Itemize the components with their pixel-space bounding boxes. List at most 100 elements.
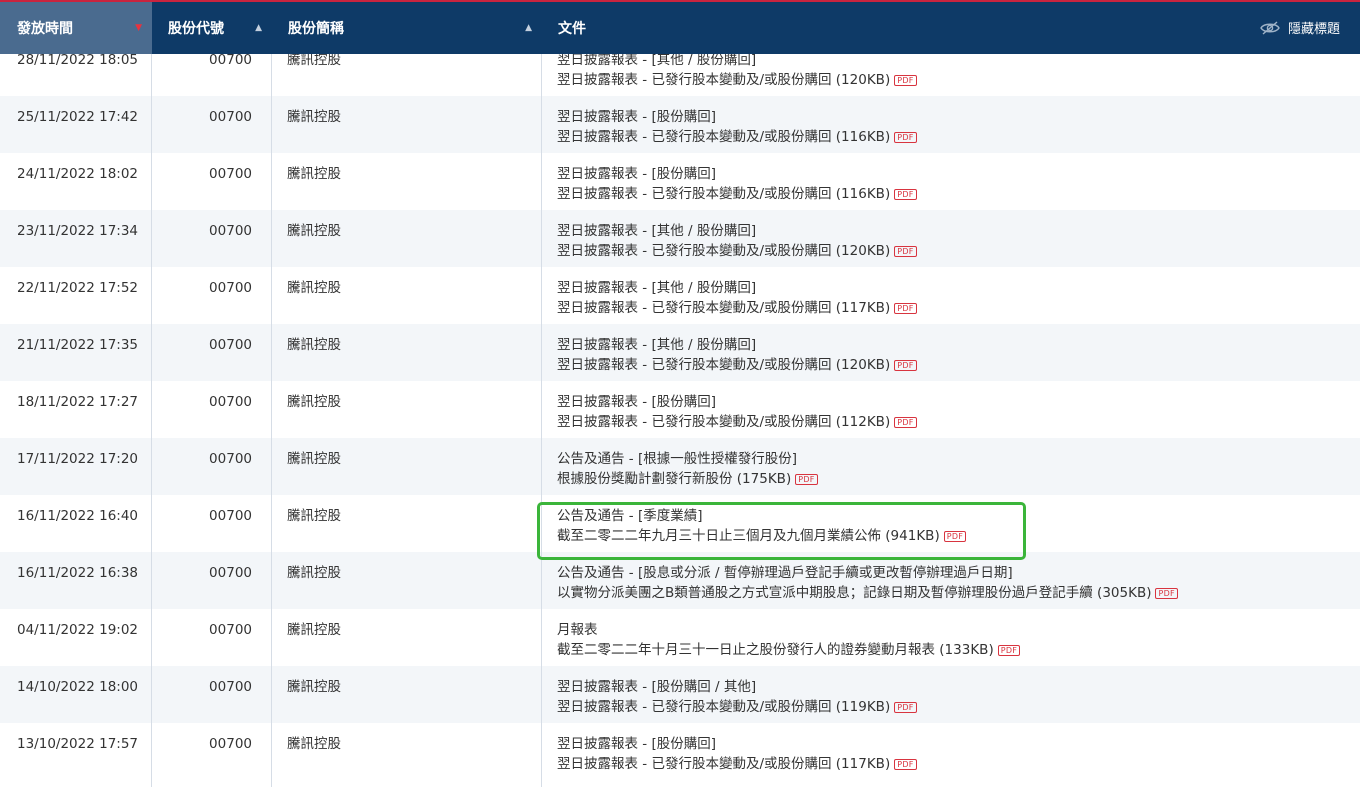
document-link[interactable]: 翌日披露報表 - 已發行股本變動及/或股份購回 (120KB) [557,72,890,88]
document-cell: 翌日披露報表 - [其他 / 股份購回] 翌日披露報表 - 已發行股本變動及/或股… [557,54,917,90]
release-time: 04/11/2022 19:02 [17,622,139,638]
stock-code: 00700 [209,679,252,695]
document-cell: 公告及通告 - [根據一般性授權發行股份] 根據股份獎勵計劃發行新股份 (175K… [557,449,818,489]
table-row: 17/11/2022 17:20 00700 騰訊控股 公告及通告 - [根據一般性授… [0,438,1360,495]
stock-code: 00700 [209,337,252,353]
table-row: 22/11/2022 17:52 00700 騰訊控股 翌日披露報表 - [其他 / … [0,267,1360,324]
stock-name: 騰訊控股 [287,280,341,296]
document-cell: 翌日披露報表 - [股份購回 / 其他] 翌日披露報表 - 已發行股本變動及/或股… [557,677,917,717]
release-time: 16/11/2022 16:40 [17,508,139,524]
document-headline: 翌日披露報表 - [股份購回] [557,394,716,410]
document-headline: 月報表 [557,622,598,638]
document-cell: 翌日披露報表 - [股份購回] 翌日披露報表 - 已發行股本變動及/或股份購回 (… [557,107,917,147]
stock-name: 騰訊控股 [287,223,341,239]
stock-name: 騰訊控股 [287,109,341,125]
hide-title-toggle[interactable]: 隱藏標題 [1260,18,1340,37]
stock-name: 騰訊控股 [287,394,341,410]
stock-code: 00700 [209,166,252,182]
announcements-table: 發放時間 ▼ 股份代號 ▲ 股份簡稱 ▲ 文件 隱藏標題 28/11/2022 … [0,0,1360,787]
pdf-icon[interactable]: PDF [894,702,917,713]
release-time: 22/11/2022 17:52 [17,280,139,296]
column-header-label: 股份代號 [168,21,224,37]
sort-desc-icon[interactable]: ▼ [135,23,142,33]
pdf-icon[interactable]: PDF [1155,588,1178,599]
stock-code: 00700 [209,451,252,467]
stock-code: 00700 [209,223,252,239]
document-link[interactable]: 翌日披露報表 - 已發行股本變動及/或股份購回 (117KB) [557,300,890,316]
stock-code: 00700 [209,565,252,581]
stock-code: 00700 [209,736,252,752]
column-divider [151,54,152,787]
document-link[interactable]: 翌日披露報表 - 已發行股本變動及/或股份購回 (117KB) [557,756,890,772]
document-headline: 翌日披露報表 - [股份購回] [557,109,716,125]
table-body: 28/11/2022 18:05 00700 騰訊控股 翌日披露報表 - [其他 / … [0,54,1360,787]
document-cell: 翌日披露報表 - [其他 / 股份購回] 翌日披露報表 - 已發行股本變動及/或股… [557,221,917,261]
document-link[interactable]: 翌日披露報表 - 已發行股本變動及/或股份購回 (116KB) [557,129,890,145]
column-header-release-time[interactable]: 發放時間 ▼ [0,2,152,54]
stock-code: 00700 [209,280,252,296]
highlight-box [537,502,1026,560]
document-link[interactable]: 翌日披露報表 - 已發行股本變動及/或股份購回 (120KB) [557,243,890,259]
release-time: 25/11/2022 17:42 [17,109,139,125]
column-header-stock-code[interactable]: 股份代號 ▲ [152,2,272,54]
document-link[interactable]: 根據股份獎勵計劃發行新股份 (175KB) [557,471,791,487]
release-time: 13/10/2022 17:57 [17,736,139,752]
stock-name: 騰訊控股 [287,622,341,638]
stock-name: 騰訊控股 [287,565,341,581]
release-time: 16/11/2022 16:38 [17,565,139,581]
pdf-icon[interactable]: PDF [894,246,917,257]
document-link[interactable]: 翌日披露報表 - 已發行股本變動及/或股份購回 (119KB) [557,699,890,715]
document-headline: 翌日披露報表 - [股份購回] [557,166,716,182]
table-row: 04/11/2022 19:02 00700 騰訊控股 月報表截至二零二二年十月三十一… [0,609,1360,666]
table-row: 25/11/2022 17:42 00700 騰訊控股 翌日披露報表 - [股份購回]… [0,96,1360,153]
pdf-icon[interactable]: PDF [997,645,1021,656]
document-headline: 翌日披露報表 - [其他 / 股份購回] [557,280,757,296]
sort-asc-icon[interactable]: ▲ [255,23,262,33]
stock-name: 騰訊控股 [287,337,341,353]
document-link[interactable]: 翌日披露報表 - 已發行股本變動及/或股份購回 (112KB) [557,414,890,430]
column-divider [271,54,272,787]
document-headline: 翌日披露報表 - [其他 / 股份購回] [557,54,757,68]
stock-name: 騰訊控股 [287,736,341,752]
release-time: 17/11/2022 17:20 [17,451,139,467]
stock-code: 00700 [209,394,252,410]
document-cell: 翌日披露報表 - [股份購回] 翌日披露報表 - 已發行股本變動及/或股份購回 (… [557,164,917,204]
pdf-icon[interactable]: PDF [894,189,917,200]
sort-asc-icon[interactable]: ▲ [525,23,532,33]
stock-name: 騰訊控股 [287,679,341,695]
pdf-icon[interactable]: PDF [894,417,917,428]
pdf-icon[interactable]: PDF [894,75,917,86]
column-divider [541,54,542,787]
release-time: 21/11/2022 17:35 [17,337,139,353]
release-time: 14/10/2022 18:00 [17,679,139,695]
stock-code: 00700 [209,622,252,638]
stock-name: 騰訊控股 [287,54,341,68]
document-link[interactable]: 翌日披露報表 - 已發行股本變動及/或股份購回 (116KB) [557,186,890,202]
document-cell: 月報表截至二零二二年十月三十一日止之股份發行人的證券變動月報表 (133KB) P… [557,620,1021,660]
pdf-icon[interactable]: PDF [795,474,818,485]
table-row: 23/11/2022 17:34 00700 騰訊控股 翌日披露報表 - [其他 / … [0,210,1360,267]
document-cell: 公告及通告 - [股息或分派 / 暫停辦理過戶登記手續或更改暫停辦理過戶日期] 以… [557,563,1178,603]
release-time: 23/11/2022 17:34 [17,223,139,239]
document-link[interactable]: 以實物分派美團之B類普通股之方式宣派中期股息；記錄日期及暫停辦理股份過戶登記手續… [557,585,1151,601]
pdf-icon[interactable]: PDF [894,132,917,143]
release-time: 18/11/2022 17:27 [17,394,139,410]
document-link[interactable]: 截至二零二二年十月三十一日止之股份發行人的證券變動月報表 (133KB) [557,642,994,658]
document-cell: 翌日披露報表 - [其他 / 股份購回] 翌日披露報表 - 已發行股本變動及/或股… [557,278,917,318]
column-header-label: 股份簡稱 [288,21,344,37]
document-headline: 翌日披露報表 - [其他 / 股份購回] [557,337,757,353]
document-headline: 翌日披露報表 - [其他 / 股份購回] [557,223,757,239]
pdf-icon[interactable]: PDF [894,360,917,371]
document-link[interactable]: 翌日披露報表 - 已發行股本變動及/或股份購回 (120KB) [557,357,890,373]
column-header-stock-name[interactable]: 股份簡稱 ▲ [272,2,542,54]
document-headline: 翌日披露報表 - [股份購回 / 其他] [557,679,757,695]
pdf-icon[interactable]: PDF [894,759,917,770]
document-headline: 公告及通告 - [根據一般性授權發行股份] [557,451,797,467]
table-row: 24/11/2022 18:02 00700 騰訊控股 翌日披露報表 - [股份購回]… [0,153,1360,210]
table-row: 13/10/2022 17:57 00700 騰訊控股 翌日披露報表 - [股份購回]… [0,723,1360,780]
stock-code: 00700 [209,109,252,125]
table-row: 21/11/2022 17:35 00700 騰訊控股 翌日披露報表 - [其他 / … [0,324,1360,381]
pdf-icon[interactable]: PDF [894,303,917,314]
release-time: 28/11/2022 18:05 [17,54,139,68]
document-cell: 翌日披露報表 - [股份購回] 翌日披露報表 - 已發行股本變動及/或股份購回 (… [557,392,917,432]
